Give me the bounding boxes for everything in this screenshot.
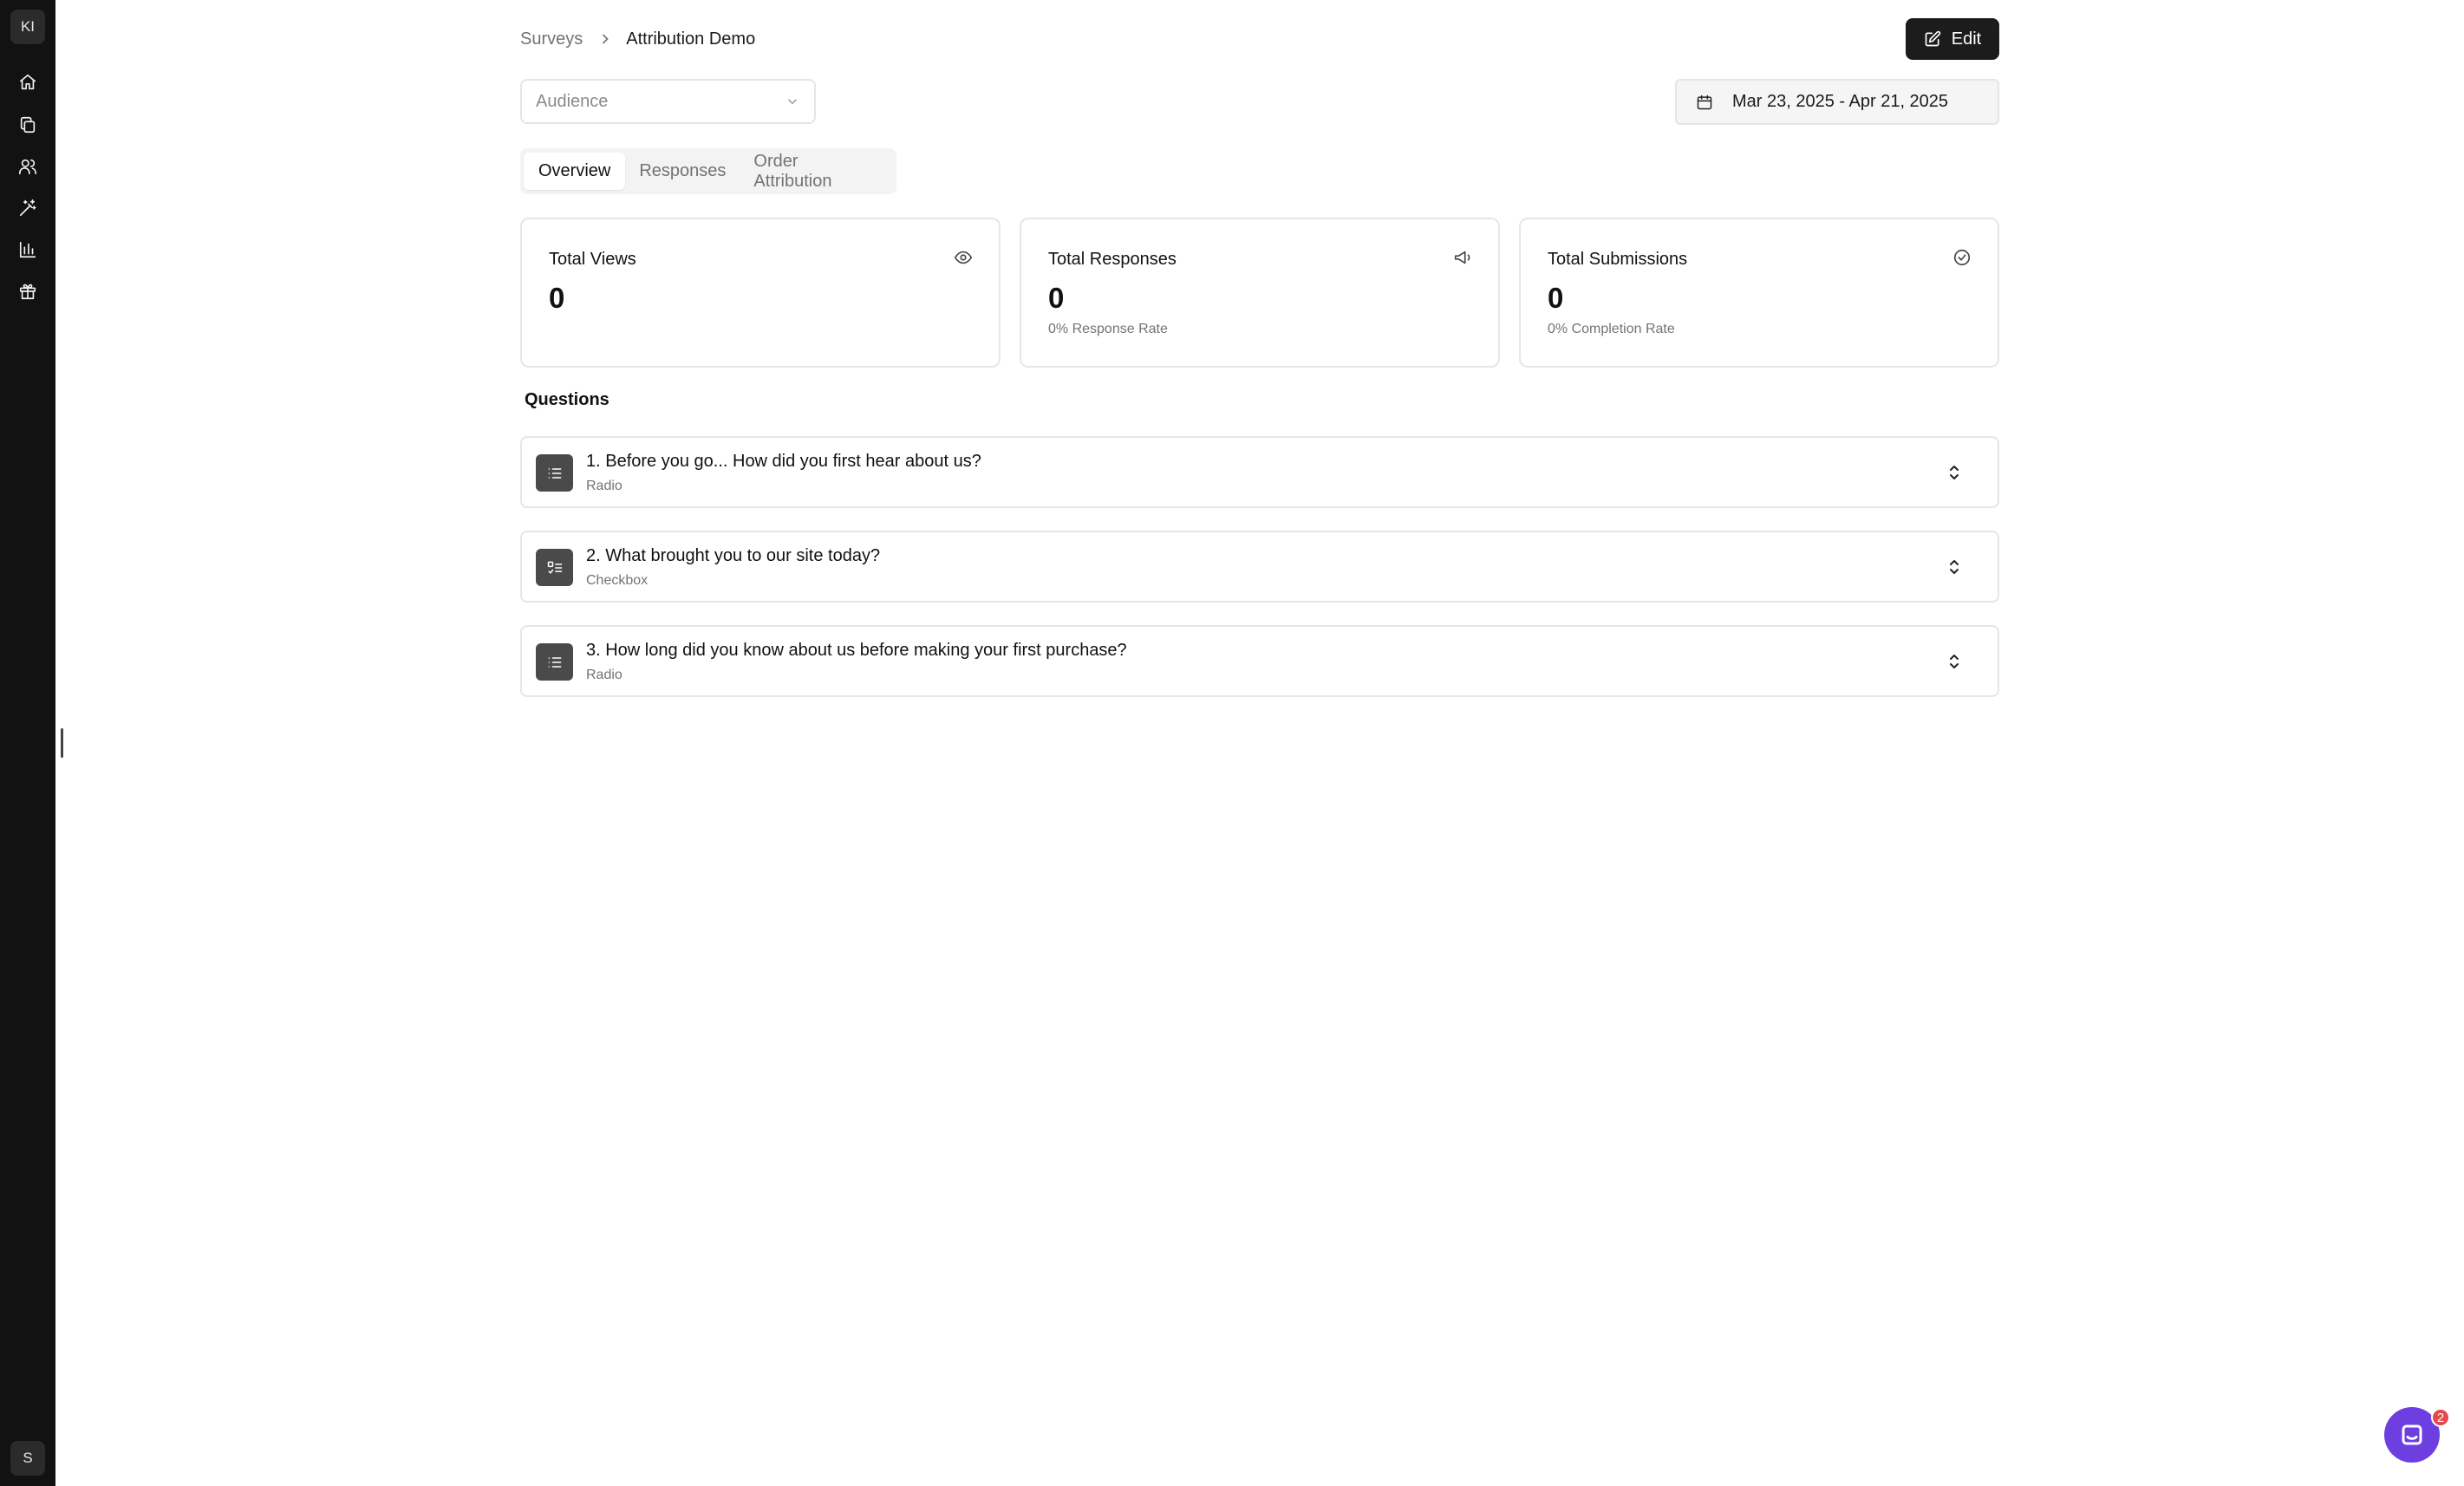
stat-card-total-responses: Total Responses 0 0% Response Rate bbox=[1020, 218, 1500, 368]
view-tabs: Overview Responses Order Attribution bbox=[520, 148, 896, 194]
users-icon bbox=[19, 159, 36, 175]
question-type: Checkbox bbox=[586, 573, 649, 588]
stat-subtext: 0% Response Rate bbox=[1048, 322, 1168, 336]
question-item[interactable]: 1. Before you go... How did you first he… bbox=[520, 436, 1999, 508]
edit-icon bbox=[1925, 30, 1940, 47]
stat-title: Total Submissions bbox=[1548, 250, 1688, 269]
workspace-avatar[interactable]: KI bbox=[10, 10, 45, 44]
stat-title: Total Responses bbox=[1048, 250, 1177, 269]
sidebar: KI S bbox=[0, 0, 55, 1486]
question-type: Radio bbox=[586, 479, 623, 493]
chevron-right-icon bbox=[603, 34, 609, 44]
question-item[interactable]: 3. How long did you know about us before… bbox=[520, 625, 1999, 697]
sidebar-item-ai[interactable] bbox=[14, 194, 42, 222]
calendar-icon bbox=[1697, 95, 1712, 109]
expand-toggle-icon[interactable] bbox=[1944, 651, 1965, 672]
copy-icon bbox=[20, 116, 36, 134]
question-title: 2. What brought you to our site today? bbox=[586, 546, 881, 565]
eye-icon bbox=[954, 248, 973, 267]
sidebar-item-audience[interactable] bbox=[14, 153, 42, 180]
question-title: 3. How long did you know about us before… bbox=[586, 641, 1127, 660]
breadcrumb-current: Attribution Demo bbox=[626, 29, 756, 49]
gift-icon bbox=[19, 284, 36, 300]
chevron-down-icon bbox=[787, 99, 798, 105]
question-title: 1. Before you go... How did you first he… bbox=[586, 452, 981, 471]
expand-toggle-icon[interactable] bbox=[1944, 462, 1965, 483]
tab-overview[interactable]: Overview bbox=[524, 153, 626, 190]
sidebar-item-home[interactable] bbox=[14, 68, 42, 96]
edit-button-label: Edit bbox=[1951, 29, 1982, 49]
question-item[interactable]: 2. What brought you to our site today? C… bbox=[520, 531, 1999, 603]
stat-value: 0 bbox=[1548, 282, 1564, 314]
expand-toggle-icon[interactable] bbox=[1944, 557, 1965, 577]
audience-select-placeholder: Audience bbox=[536, 91, 609, 111]
breadcrumb-surveys-link[interactable]: Surveys bbox=[520, 29, 583, 49]
stat-subtext: 0% Completion Rate bbox=[1548, 322, 1675, 336]
chat-icon bbox=[2402, 1424, 2422, 1445]
stat-title: Total Views bbox=[549, 250, 636, 269]
sidebar-item-rewards[interactable] bbox=[14, 277, 42, 305]
tab-order-attribution[interactable]: Order Attribution bbox=[740, 152, 893, 191]
stat-value: 0 bbox=[1048, 282, 1065, 314]
questions-heading: Questions bbox=[525, 390, 609, 409]
stat-card-total-submissions: Total Submissions 0 0% Completion Rate bbox=[1519, 218, 1999, 368]
bar-chart-icon bbox=[19, 241, 36, 258]
date-range-value: Mar 23, 2025 - Apr 21, 2025 bbox=[1732, 92, 1949, 111]
sidebar-item-analytics[interactable] bbox=[14, 236, 42, 264]
sidebar-item-surveys[interactable] bbox=[14, 111, 42, 139]
chat-unread-badge: 2 bbox=[2431, 1408, 2450, 1427]
list-icon bbox=[536, 454, 573, 492]
megaphone-icon bbox=[1453, 248, 1472, 267]
breadcrumb: Surveys Attribution Demo bbox=[520, 26, 755, 52]
stat-value: 0 bbox=[549, 282, 565, 314]
edit-button[interactable]: Edit bbox=[1906, 18, 1999, 60]
home-icon bbox=[19, 74, 36, 90]
user-avatar[interactable]: S bbox=[10, 1441, 45, 1476]
sidebar-resize-handle[interactable] bbox=[61, 728, 63, 758]
tab-responses[interactable]: Responses bbox=[625, 153, 740, 190]
magic-wand-icon bbox=[19, 199, 36, 217]
question-type: Radio bbox=[586, 668, 623, 682]
audience-select[interactable]: Audience bbox=[520, 79, 816, 124]
list-icon bbox=[536, 643, 573, 681]
check-circle-icon bbox=[1952, 248, 1972, 267]
stat-card-total-views: Total Views 0 bbox=[520, 218, 1001, 368]
checklist-icon bbox=[536, 549, 573, 586]
date-range-picker[interactable]: Mar 23, 2025 - Apr 21, 2025 bbox=[1675, 79, 1999, 125]
